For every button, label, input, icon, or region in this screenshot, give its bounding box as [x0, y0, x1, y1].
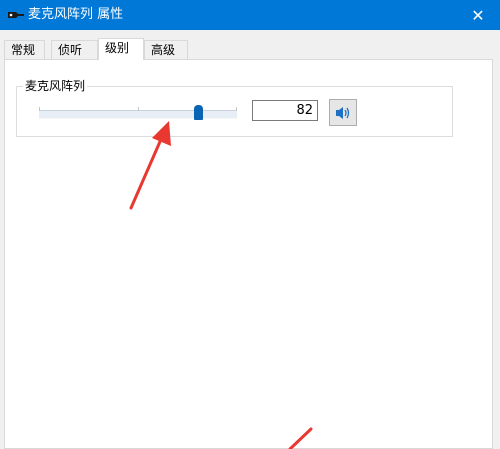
tab-strip: 常规 侦听 级别 高级 [4, 38, 496, 60]
slider-tick [138, 107, 139, 111]
microphone-level-group: 麦克风阵列 82 [16, 78, 453, 137]
microphone-device-icon [8, 12, 24, 18]
tab-label: 侦听 [58, 43, 83, 57]
tab-general[interactable]: 常规 [4, 40, 45, 59]
volume-slider[interactable] [39, 104, 239, 126]
slider-tick [39, 107, 40, 111]
level-value-field[interactable]: 82 [252, 100, 318, 121]
close-icon: ✕ [471, 5, 485, 25]
levels-tab-panel: 麦克风阵列 82 [4, 59, 493, 449]
dialog-body: 常规 侦听 级别 高级 麦克风阵列 82 [0, 30, 500, 449]
tab-label: 高级 [151, 43, 176, 57]
slider-thumb[interactable] [194, 105, 203, 120]
slider-track [39, 107, 237, 119]
speaker-icon [336, 106, 350, 119]
close-button[interactable]: ✕ [456, 0, 500, 30]
title-bar: 麦克风阵列 属性 ✕ [0, 0, 500, 30]
tab-levels[interactable]: 级别 [98, 38, 144, 60]
tab-listen[interactable]: 侦听 [51, 40, 98, 59]
group-label: 麦克风阵列 [23, 78, 88, 94]
tab-label: 级别 [105, 41, 130, 55]
slider-tick [236, 107, 237, 111]
mute-button[interactable] [329, 99, 357, 126]
tab-advanced[interactable]: 高级 [144, 40, 188, 59]
window-title: 麦克风阵列 属性 [28, 7, 124, 22]
tab-label: 常规 [11, 43, 36, 57]
